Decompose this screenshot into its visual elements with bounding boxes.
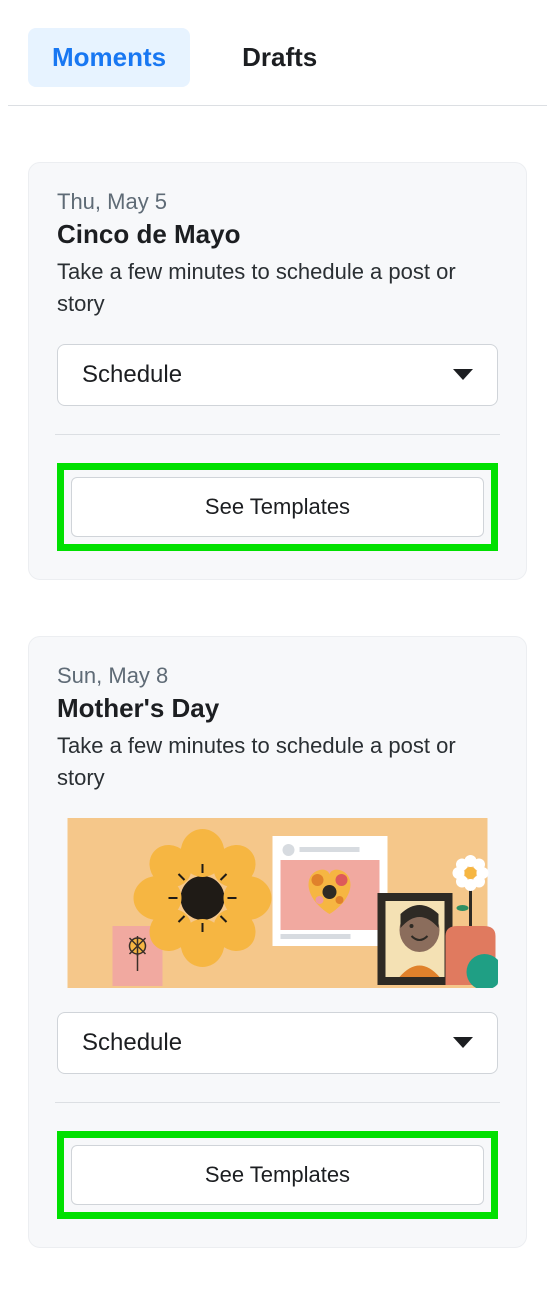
- moment-title: Cinco de Mayo: [57, 219, 498, 250]
- chevron-down-icon: [453, 369, 473, 380]
- moment-title: Mother's Day: [57, 693, 498, 724]
- chevron-down-icon: [453, 1037, 473, 1048]
- moment-date: Sun, May 8: [57, 663, 498, 689]
- moment-description: Take a few minutes to schedule a post or…: [57, 730, 498, 794]
- see-templates-highlight: See Templates: [57, 1131, 498, 1219]
- schedule-dropdown-label: Schedule: [82, 1029, 182, 1057]
- moment-card: Sun, May 8 Mother's Day Take a few minut…: [28, 636, 527, 1248]
- card-divider: [55, 434, 500, 435]
- moment-description: Take a few minutes to schedule a post or…: [57, 256, 498, 320]
- moment-illustration: [57, 818, 498, 988]
- moment-date: Thu, May 5: [57, 189, 498, 215]
- schedule-dropdown-label: Schedule: [82, 361, 182, 389]
- header-divider: [8, 105, 547, 106]
- schedule-dropdown[interactable]: Schedule: [57, 1012, 498, 1074]
- see-templates-button[interactable]: See Templates: [71, 1145, 484, 1205]
- see-templates-highlight: See Templates: [57, 463, 498, 551]
- see-templates-button[interactable]: See Templates: [71, 477, 484, 537]
- tabs-bar: Moments Drafts: [0, 0, 555, 87]
- tab-moments[interactable]: Moments: [28, 28, 190, 87]
- tab-drafts[interactable]: Drafts: [218, 28, 341, 87]
- card-divider: [55, 1102, 500, 1103]
- moment-card: Thu, May 5 Cinco de Mayo Take a few minu…: [28, 162, 527, 580]
- schedule-dropdown[interactable]: Schedule: [57, 344, 498, 406]
